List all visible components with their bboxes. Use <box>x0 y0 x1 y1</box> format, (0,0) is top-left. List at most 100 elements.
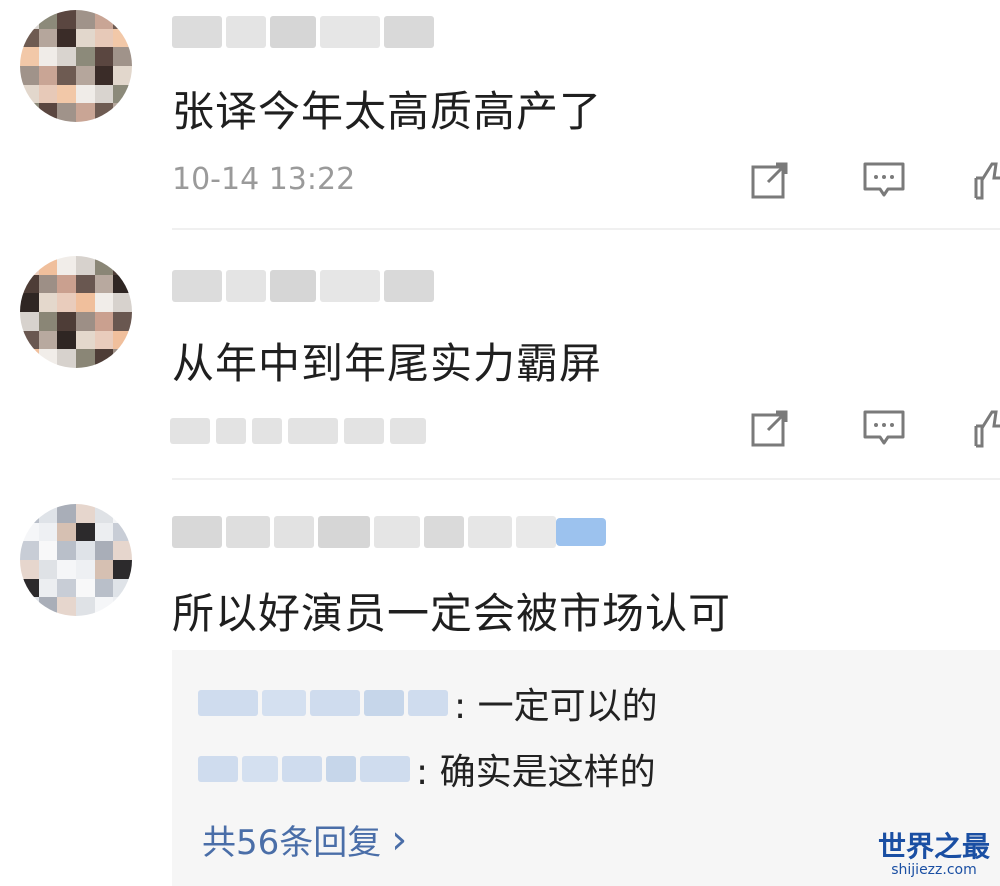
avatar-pixel <box>94 597 114 616</box>
avatar-pixel <box>20 311 39 331</box>
avatar-pixel <box>113 47 132 66</box>
avatar-pixel <box>20 84 39 104</box>
avatar-pixel <box>75 541 95 560</box>
reply-text: : 一定可以的 <box>454 686 658 727</box>
divider <box>172 228 1000 230</box>
avatar-pixel <box>57 311 76 331</box>
avatar-pixel <box>20 28 39 48</box>
avatar-pixel <box>57 103 76 122</box>
share-icon[interactable] <box>748 158 792 202</box>
avatar-pixel <box>113 597 132 616</box>
avatar-pixel <box>113 84 132 104</box>
avatar-pixel <box>75 504 95 523</box>
username-blurred[interactable] <box>172 268 434 304</box>
reply-text: : 确实是这样的 <box>416 752 656 793</box>
avatar-pixel <box>38 10 58 29</box>
avatar-pixel <box>113 10 132 29</box>
comment-icon[interactable] <box>862 406 906 450</box>
avatar-pixel <box>38 256 58 275</box>
avatar-pixel <box>75 330 95 350</box>
avatar-pixel <box>38 65 58 85</box>
avatar-pixel <box>75 274 95 294</box>
avatar-pixel <box>113 349 132 368</box>
avatar[interactable] <box>20 256 132 368</box>
avatar-pixel <box>75 311 95 331</box>
avatar-pixel <box>57 256 76 275</box>
watermark-title: 世界之最 <box>877 830 990 863</box>
avatar-pixel <box>57 578 76 598</box>
avatar-pixel <box>38 349 58 368</box>
avatar-pixel <box>113 256 132 275</box>
avatar-pixel <box>94 28 114 48</box>
avatar-pixel <box>94 293 114 312</box>
avatar-pixel <box>38 47 58 66</box>
avatar-pixel <box>113 293 132 312</box>
avatar-pixel <box>113 504 132 523</box>
avatar-pixel <box>38 274 58 294</box>
avatar-pixel <box>20 10 39 29</box>
comment-timestamp: 10-14 13:22 <box>172 162 356 197</box>
avatar-pixel <box>20 559 39 579</box>
avatar-pixel <box>38 541 58 560</box>
avatar-pixel <box>38 84 58 104</box>
avatar-pixel <box>75 522 95 542</box>
vip-badge <box>556 518 606 546</box>
reply-username-blurred[interactable] <box>198 756 410 782</box>
avatar-pixel <box>57 65 76 85</box>
avatar-pixel <box>57 541 76 560</box>
avatar-pixel <box>113 28 132 48</box>
comment-text: 从年中到年尾实力霸屏 <box>172 339 603 388</box>
avatar-pixel <box>38 28 58 48</box>
timestamp-blurred <box>170 418 426 444</box>
reply-username-blurred[interactable] <box>198 690 448 716</box>
avatar-pixel <box>20 293 39 312</box>
avatar-pixel <box>75 256 95 275</box>
avatar-pixel <box>113 274 132 294</box>
avatar-pixel <box>57 330 76 350</box>
reply-item[interactable]: : 确实是这样的 <box>198 744 656 794</box>
avatar-pixel <box>113 311 132 331</box>
avatar-pixel <box>75 597 95 616</box>
avatar-pixel <box>20 597 39 616</box>
avatar-pixel <box>57 274 76 294</box>
avatar-pixel <box>57 10 76 29</box>
reply-item[interactable]: : 一定可以的 <box>198 678 658 728</box>
divider <box>172 478 1000 480</box>
avatar-pixel <box>75 28 95 48</box>
avatar[interactable] <box>20 504 132 616</box>
username-blurred[interactable] <box>172 514 556 550</box>
username-blurred[interactable] <box>172 14 434 50</box>
avatar-pixel <box>94 103 114 122</box>
avatar-pixel <box>94 541 114 560</box>
reply-preview-box[interactable]: : 一定可以的 : 确实是这样的 共56条回复 › <box>172 650 1000 886</box>
avatar-pixel <box>20 522 39 542</box>
avatar-pixel <box>20 256 39 275</box>
comment-icon[interactable] <box>862 158 906 202</box>
like-icon[interactable] <box>970 158 1000 202</box>
avatar-pixel <box>94 47 114 66</box>
avatar-pixel <box>94 349 114 368</box>
avatar-pixel <box>38 522 58 542</box>
avatar-pixel <box>113 330 132 350</box>
chevron-right-icon: › <box>391 816 408 863</box>
avatar-pixel <box>38 311 58 331</box>
avatar-pixel <box>38 293 58 312</box>
avatar-pixel <box>57 522 76 542</box>
avatar-pixel <box>75 349 95 368</box>
avatar-pixel <box>38 559 58 579</box>
avatar-pixel <box>20 47 39 66</box>
avatar-pixel <box>20 349 39 368</box>
avatar[interactable] <box>20 10 132 122</box>
avatar-pixel <box>113 559 132 579</box>
view-more-replies-link[interactable]: 共56条回复 › <box>202 815 407 864</box>
avatar-pixel <box>57 349 76 368</box>
avatar-pixel <box>94 256 114 275</box>
avatar-pixel <box>20 274 39 294</box>
avatar-pixel <box>75 559 95 579</box>
share-icon[interactable] <box>748 406 792 450</box>
avatar-pixel <box>57 559 76 579</box>
comment-text: 张译今年太高质高产了 <box>172 87 603 136</box>
avatar-pixel <box>57 84 76 104</box>
comment-item: 张译今年太高质高产了 10-14 13:22 <box>0 0 1000 230</box>
like-icon[interactable] <box>970 406 1000 450</box>
